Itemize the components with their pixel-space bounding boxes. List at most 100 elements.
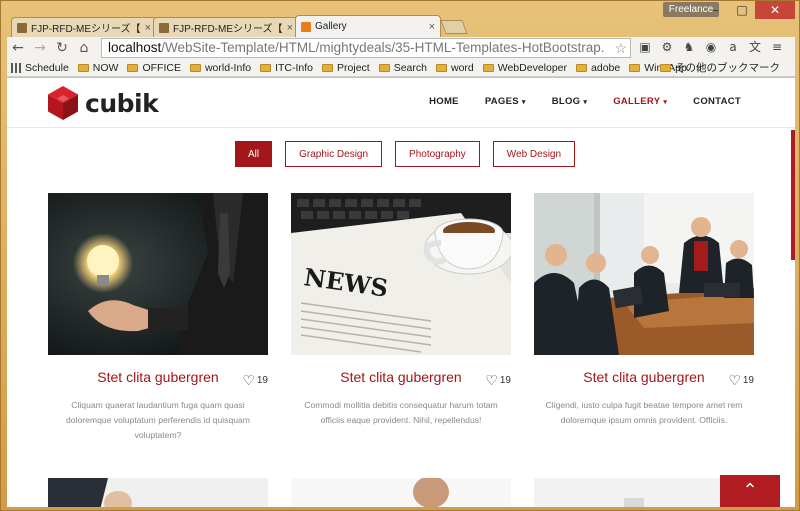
card-title-text: Stet clita gubergren: [340, 369, 462, 385]
nav-home[interactable]: HOME: [429, 96, 459, 107]
gallery-card-peek[interactable]: [48, 478, 268, 507]
bookmark-folder[interactable]: world-Info: [189, 61, 252, 74]
minimize-icon[interactable]: –: [703, 1, 729, 19]
card-title[interactable]: Stet clita gubergren ♡ 19: [534, 369, 754, 388]
page-favicon-icon: [159, 22, 169, 33]
folder-icon: [189, 63, 201, 72]
tab-strip: FJP-RFD-MEシリーズ【従 × FJP-RFD-MEシリーズ【従 × Ga…: [11, 15, 468, 37]
card-image-lightbulb[interactable]: [48, 193, 268, 355]
card-title[interactable]: Stet clita gubergren ♡ 19: [291, 369, 511, 388]
maximize-icon[interactable]: □: [729, 1, 755, 19]
card-description: Commodi mollitia debitis consequatur har…: [304, 400, 498, 425]
tab-title: Gallery: [315, 21, 347, 32]
filter-web-design-button[interactable]: Web Design: [492, 141, 576, 167]
page-viewport: cubik HOME PAGES ▾ BLOG ▾ GALLERY ▾ CONTACT…: [7, 78, 795, 507]
bookmark-folder[interactable]: WebDeveloper: [482, 62, 567, 74]
nav-label: PAGES: [484, 96, 519, 107]
window-controls: – □ ✕: [703, 1, 795, 19]
bookmark-folder[interactable]: adobe: [576, 62, 620, 74]
bookmark-label: Project: [337, 61, 370, 74]
folder-icon: [629, 63, 641, 72]
caret-down-icon: ▾: [583, 99, 588, 106]
like-count: 19: [256, 375, 268, 386]
like-counter[interactable]: ♡ 19: [485, 372, 511, 389]
translate-icon[interactable]: 文: [747, 39, 763, 55]
url-path: /WebSite-Template/HTML/mightydeals/35-HT…: [161, 40, 605, 55]
reload-icon[interactable]: ↻: [51, 40, 73, 56]
extension-icon[interactable]: ▣: [637, 39, 653, 55]
folder-icon: [576, 63, 588, 72]
bookmark-label: NOW: [92, 61, 119, 74]
bookmark-folder[interactable]: NOW: [77, 61, 119, 74]
gallery-card[interactable]: Stet clita gubergren ♡ 19 Cliquam quaerat…: [48, 193, 268, 443]
settings-gear-icon[interactable]: ⚙: [659, 39, 675, 55]
bookmark-label: adobe: [591, 61, 621, 74]
filter-graphic-design-button[interactable]: Graphic Design: [285, 141, 383, 167]
like-counter[interactable]: ♡ 19: [728, 372, 754, 389]
main-nav: HOME PAGES ▾ BLOG ▾ GALLERY ▾ CONTACT: [429, 96, 741, 107]
back-to-top-button[interactable]: ⌃: [720, 475, 780, 507]
tab-fjp-2[interactable]: FJP-RFD-MEシリーズ【従 ×: [153, 17, 299, 37]
card-description: Cliquam quaerat laudantium fuga quam qua…: [66, 400, 250, 440]
filter-photography-button[interactable]: Photography: [395, 141, 480, 167]
bookmark-label: world-Info: [204, 61, 252, 74]
gallery-card[interactable]: NEWS Stet clita gubergren ♡ 19 Commodi mo…: [291, 193, 511, 428]
nav-contact[interactable]: CONTACT: [693, 96, 741, 107]
browser-window: Freelance – □ ✕ FJP-RFD-MEシリーズ【従 × FJP-R…: [0, 0, 800, 511]
nav-blog[interactable]: BLOG ▾: [552, 96, 587, 107]
bookmark-label: Search: [393, 61, 427, 74]
bookmark-schedule[interactable]: Schedule: [25, 62, 69, 74]
bookmark-folder[interactable]: Project: [322, 62, 370, 74]
back-icon[interactable]: ←: [7, 40, 29, 56]
close-tab-icon[interactable]: ×: [145, 22, 151, 34]
new-tab-button[interactable]: [440, 20, 468, 34]
nav-label: HOME: [429, 96, 459, 107]
card-title-text: Stet clita gubergren: [583, 369, 705, 385]
bookmark-label: Schedule: [25, 61, 69, 74]
like-counter[interactable]: ♡ 19: [242, 372, 268, 389]
bookmark-label: word: [450, 61, 474, 74]
extension-icon[interactable]: ♞: [681, 39, 697, 55]
bookmark-folder[interactable]: OFFICE: [127, 62, 181, 74]
folder-icon: [127, 63, 139, 72]
url-host: localhost: [108, 40, 162, 55]
close-tab-icon[interactable]: ×: [429, 21, 435, 33]
menu-icon[interactable]: ≡: [769, 39, 785, 55]
filter-all-button[interactable]: All: [235, 141, 273, 167]
like-count: 19: [742, 375, 754, 386]
nav-label: BLOG: [551, 96, 581, 107]
close-window-icon[interactable]: ✕: [755, 1, 795, 19]
address-bar[interactable]: localhost/WebSite-Template/HTML/mightyde…: [101, 38, 631, 58]
tab-fjp-1[interactable]: FJP-RFD-MEシリーズ【従 ×: [11, 17, 157, 37]
tab-gallery[interactable]: Gallery ×: [295, 15, 441, 37]
cube-logo-icon: [48, 86, 78, 120]
folder-icon: [378, 63, 390, 72]
bookmark-star-icon[interactable]: ☆: [614, 39, 627, 57]
extensions: ▣ ⚙ ♞ ◉ a 文 ≡: [637, 39, 785, 55]
card-image-peek: [291, 476, 511, 507]
bookmark-folder[interactable]: Search: [378, 61, 427, 74]
other-bookmarks[interactable]: その他のブックマーク: [660, 60, 780, 75]
forward-icon[interactable]: →: [29, 40, 51, 56]
logo-text: cubik: [85, 88, 159, 118]
scrollbar-indicator[interactable]: [791, 130, 795, 260]
close-tab-icon[interactable]: ×: [287, 22, 293, 34]
chevron-up-icon: ⌃: [742, 480, 758, 501]
card-title[interactable]: Stet clita gubergren ♡ 19: [48, 369, 268, 388]
gallery-card[interactable]: Stet clita gubergren ♡ 19 Cligendi, iusto…: [534, 193, 754, 428]
bookmark-folder[interactable]: ITC-Info: [260, 62, 313, 74]
folder-icon: [322, 63, 334, 72]
apps-icon[interactable]: [11, 62, 21, 73]
card-image-news[interactable]: NEWS: [291, 193, 511, 355]
home-icon[interactable]: ⌂: [73, 40, 95, 56]
card-title-text: Stet clita gubergren: [97, 369, 219, 385]
amazon-icon[interactable]: a: [725, 39, 741, 55]
site-logo[interactable]: cubik: [47, 85, 159, 121]
card-description: Cligendi, iusto culpa fugit beatae tempo…: [545, 400, 743, 425]
card-image-meeting[interactable]: [534, 193, 754, 355]
extension-icon[interactable]: ◉: [703, 39, 719, 55]
nav-pages[interactable]: PAGES ▾: [485, 96, 526, 107]
gallery-card-peek[interactable]: [291, 476, 511, 507]
nav-gallery[interactable]: GALLERY ▾: [613, 96, 667, 107]
bookmark-folder[interactable]: word: [435, 61, 474, 74]
